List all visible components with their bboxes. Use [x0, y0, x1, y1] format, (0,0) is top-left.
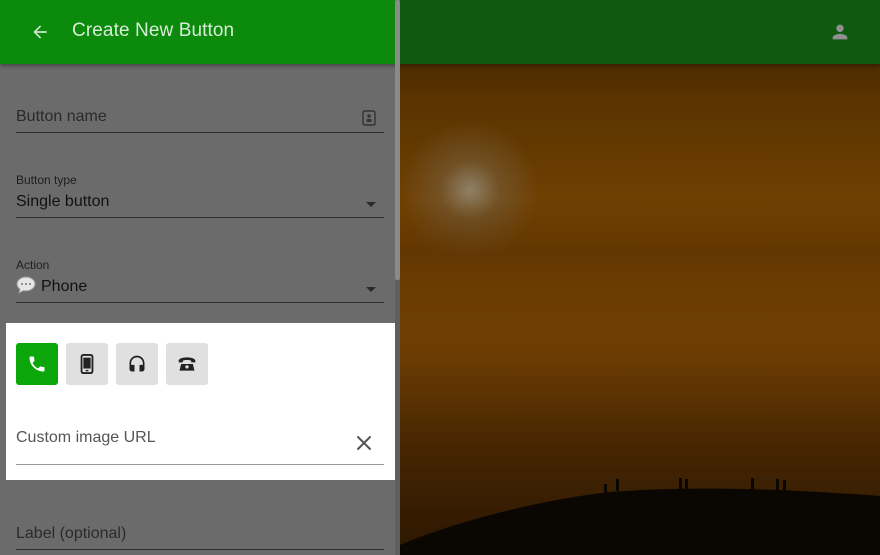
- button-type-select[interactable]: Button type Single button: [16, 170, 384, 218]
- arrow-back-icon: [33, 25, 47, 39]
- phone-icon: [29, 356, 45, 372]
- icon-choice-smartphone[interactable]: [66, 343, 108, 385]
- contact-card-icon: [362, 110, 376, 126]
- headset-icon: [129, 355, 145, 372]
- page-title: Create New Button: [72, 20, 235, 41]
- scrollbar-thumb[interactable]: [395, 0, 400, 280]
- smartphone-icon: [80, 354, 94, 374]
- button-type-value: Single button: [16, 193, 110, 210]
- create-button-panel: [0, 64, 400, 555]
- back-button[interactable]: [24, 16, 56, 48]
- action-underline: [16, 302, 384, 303]
- icon-choice-headset[interactable]: [116, 343, 158, 385]
- custom-image-url-input[interactable]: Custom image URL: [16, 413, 384, 465]
- label-underline: [16, 549, 384, 550]
- panel-scrollbar[interactable]: [395, 0, 400, 555]
- chevron-down-icon: [366, 287, 376, 292]
- button-name-field[interactable]: Button name: [16, 100, 384, 133]
- button-type-underline: [16, 217, 384, 218]
- icon-choice-desk-phone[interactable]: [166, 343, 208, 385]
- desk-phone-icon: [178, 357, 196, 371]
- chat-bubble-icon: [16, 276, 36, 294]
- clear-url-button[interactable]: [354, 433, 374, 453]
- account-button[interactable]: [826, 18, 854, 46]
- custom-image-url-underline: [16, 464, 384, 465]
- button-name-placeholder: Button name: [16, 108, 107, 125]
- phone-icon-section: Custom image URL: [6, 323, 395, 480]
- label-placeholder: Label (optional): [16, 525, 127, 542]
- button-type-label: Button type: [16, 173, 77, 187]
- action-value: Phone: [41, 278, 88, 295]
- custom-image-url-placeholder: Custom image URL: [16, 429, 156, 446]
- chevron-down-icon: [366, 202, 376, 207]
- background-scene: [400, 0, 880, 555]
- app-header: Create New Button: [0, 0, 880, 64]
- label-field[interactable]: Label (optional): [16, 516, 384, 550]
- hill-silhouette: [400, 478, 880, 555]
- action-label: Action: [16, 258, 50, 272]
- button-name-underline: [16, 132, 384, 133]
- close-icon: [357, 436, 371, 450]
- action-select[interactable]: Action Phone: [16, 255, 384, 303]
- account-icon: [832, 24, 848, 40]
- icon-choice-phone[interactable]: [16, 343, 58, 385]
